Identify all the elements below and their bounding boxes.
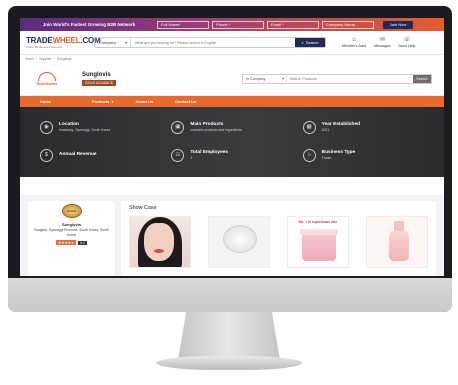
chevron-down-icon: ▾ [282, 77, 284, 81]
showcase-section: Show Case No. 1 in repurchase rate [121, 201, 436, 276]
search-bar: Company ▾ ⌕ Search [94, 37, 326, 48]
star-rating-icon: ★★★★★ [55, 240, 77, 246]
search-input[interactable] [131, 38, 295, 47]
company-name: Sunglovis [82, 72, 111, 78]
product-banner: No. 1 in repurchase rate [298, 220, 338, 224]
need-help-label: Need Help [398, 44, 416, 48]
messages-label: Messages [374, 44, 391, 48]
members-area-link[interactable]: ☺ Member's Area [342, 37, 366, 48]
stat-value: 2 [190, 156, 193, 160]
company-product-search: In Company ▾ Search [242, 74, 432, 84]
showcase-product-cushion[interactable] [208, 216, 270, 268]
stat-value: 2021 [321, 128, 330, 132]
stat-location: ◉ Location Hwasung, Gyeonggi, South Kore… [40, 113, 171, 141]
nav-about-us[interactable]: About Us [135, 99, 153, 104]
search-category-label: Company [99, 40, 117, 45]
nav-products-label: Products [92, 99, 110, 104]
phone-field[interactable]: Phone * [212, 20, 264, 29]
breadcrumb: Home › Supplier › Sunglovis [25, 57, 72, 61]
stat-label: Main Products [190, 122, 224, 127]
company-logo-text: SunGloves [36, 81, 58, 86]
building-icon: ⌂ [302, 148, 316, 162]
stat-main-products: ▣ Main Products cosmetic products and in… [171, 113, 302, 141]
chevron-down-icon: ▾ [111, 99, 114, 104]
showcase-product-cream[interactable]: No. 1 in repurchase rate [287, 216, 349, 268]
supplier-location: Songtan, Gyeonggi Province, South Korea,… [34, 228, 109, 237]
breadcrumb-current: Sunglovis [56, 57, 72, 61]
location-icon: ◉ [40, 120, 53, 134]
promo-text: Join World's Fastest Growing B2B Network [42, 22, 136, 27]
logo-tagline: Stone Businesses Connect [26, 45, 63, 49]
breadcrumb-supplier[interactable]: Supplier [39, 57, 51, 61]
search-category-select[interactable]: Company ▾ [95, 38, 131, 47]
help-icon: ☏ [403, 37, 411, 43]
monitor-base [156, 356, 302, 370]
search-button-label: Search [305, 40, 319, 45]
need-help-link[interactable]: ☏ Need Help [398, 37, 415, 48]
user-icon: ☺ [350, 37, 358, 43]
box-icon: ▣ [171, 120, 185, 134]
stat-annual-revenue: $ Annual Revenue [40, 141, 171, 169]
breadcrumb-home[interactable]: Home [25, 57, 34, 61]
company-search-input[interactable] [287, 75, 413, 83]
nav-products[interactable]: Products ▾ [92, 99, 113, 104]
stat-year-established: ▦ Year Established 2021 [302, 113, 434, 141]
stat-label: Annual Revenue [59, 152, 97, 157]
gold-medal-icon: GOLD [61, 204, 82, 218]
search-icon: ⌕ [301, 40, 304, 45]
company-search-button[interactable]: Search [413, 75, 431, 83]
email-field[interactable]: Email * [267, 20, 319, 29]
join-now-button[interactable]: Join Now [383, 20, 413, 29]
stat-business-type: ⌂ Business Type Trader [302, 141, 434, 169]
screen: Join World's Fastest Growing B2B Network… [20, 18, 444, 276]
company-search-scope-select[interactable]: In Company ▾ [243, 75, 287, 83]
showcase-product-model[interactable] [129, 216, 191, 268]
stat-label: Business Type [321, 150, 356, 155]
monitor-chin [8, 278, 452, 312]
company-search-scope-label: In Company [246, 77, 266, 81]
site-header: TRADEWHEEL.COM Stone Businesses Connect … [20, 31, 444, 55]
stat-value: cosmetic products and ingredients [190, 128, 242, 132]
supplier-name: Sunglovis [61, 222, 82, 227]
supplier-card: GOLD Sunglovis Songtan, Gyeonggi Provinc… [28, 201, 115, 276]
tradewheel-logo[interactable]: TRADEWHEEL.COM Stone Businesses Connect [26, 36, 101, 49]
membership-badge: GOLD ADVANCE [82, 80, 117, 86]
company-info: Sunglovis GOLD ADVANCE [82, 72, 117, 86]
logo-prefix: TRADE [26, 36, 53, 45]
logo-mid: WHEEL [52, 36, 81, 45]
sun-icon [38, 72, 56, 81]
stat-label: Location [59, 122, 79, 127]
nav-contact-us[interactable]: Contact Us [175, 99, 196, 104]
promo-bar: Join World's Fastest Growing B2B Network… [20, 18, 444, 31]
showcase-title: Show Case [129, 205, 157, 211]
rating-score: 5.0 [78, 240, 88, 245]
supplier-rating: ★★★★★ 5.0 [55, 240, 88, 246]
full-name-field[interactable]: Full Name* [157, 20, 209, 29]
stat-value: Hwasung, Gyeonggi, South Korea [59, 128, 111, 132]
monitor-stand [178, 312, 280, 360]
stat-label: Total Employees [190, 150, 229, 155]
showcase-product-serum[interactable] [366, 216, 428, 268]
company-nav: Home Products ▾ About Us Contact Us [20, 96, 444, 107]
employees-icon: ☷ [171, 148, 185, 162]
messages-link[interactable]: ✉ Messages [374, 37, 390, 48]
company-header: SunGloves Sunglovis GOLD ADVANCE In Comp… [20, 63, 444, 96]
showcase-products: No. 1 in repurchase rate [129, 216, 428, 268]
company-name-field[interactable]: Company Name [322, 20, 374, 29]
company-content: GOLD Sunglovis Songtan, Gyeonggi Provinc… [20, 195, 444, 276]
stat-value: Trader [321, 156, 332, 160]
calendar-icon: ▦ [302, 120, 316, 134]
nav-home[interactable]: Home [40, 99, 70, 104]
stat-label: Year Established [321, 122, 361, 127]
company-logo[interactable]: SunGloves [32, 68, 62, 90]
company-stats-panel: ◉ Location Hwasung, Gyeonggi, South Kore… [20, 107, 444, 177]
stat-total-employees: ☷ Total Employees 2 [171, 141, 302, 169]
members-area-label: Member's Area [342, 44, 367, 48]
header-icons: ☺ Member's Area ✉ Messages ☏ Need Help [342, 37, 415, 48]
revenue-icon: $ [40, 148, 53, 162]
chat-icon: ✉ [379, 37, 385, 43]
search-button[interactable]: ⌕ Search [295, 38, 325, 47]
chevron-down-icon: ▾ [124, 40, 127, 45]
